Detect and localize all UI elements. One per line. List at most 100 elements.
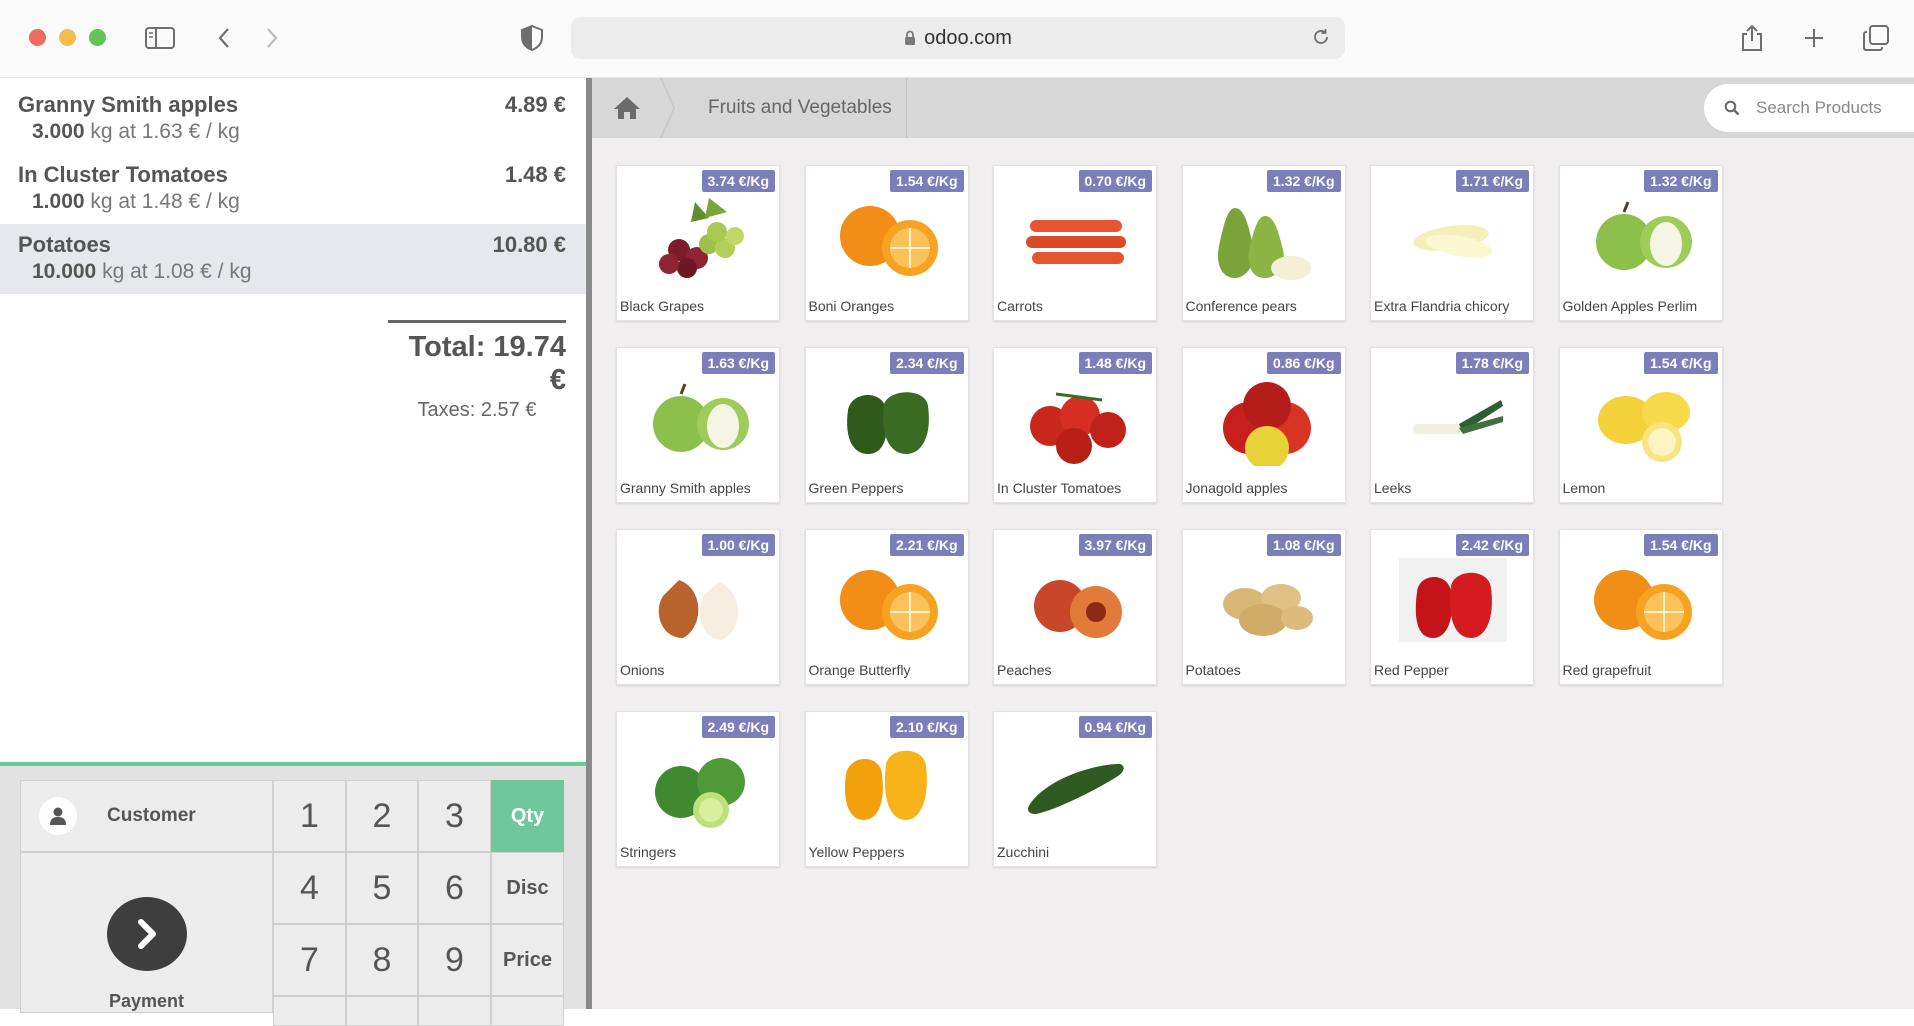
product-name: Zucchini (997, 844, 1050, 860)
product-price-tag: 2.10 €/Kg (890, 716, 964, 738)
product-name: Boni Oranges (808, 298, 895, 314)
back-icon[interactable] (208, 22, 240, 54)
home-button[interactable] (592, 78, 662, 138)
tabs-overview-icon[interactable] (1860, 22, 1892, 54)
browser-toolbar: odoo.com (0, 0, 1914, 78)
minimize-window-button[interactable] (59, 29, 76, 46)
product-card[interactable]: 1.32 €/Kg Golden Apples Perlim (1558, 165, 1723, 321)
green-pepper-icon (828, 370, 948, 466)
numpad-key-2[interactable]: 2 (346, 780, 418, 852)
qty-mode-button[interactable]: Qty (491, 780, 564, 852)
order-line-price: 10.80 € (492, 232, 566, 257)
product-card[interactable]: 1.71 €/Kg Extra Flandria chicory (1370, 165, 1534, 321)
red-pepper-icon (1393, 552, 1513, 648)
numpad-key-4[interactable]: 4 (273, 852, 346, 924)
search-products-input[interactable]: Search Products (1704, 84, 1914, 132)
product-name: Orange Butterfly (808, 662, 911, 678)
product-price-tag: 1.54 €/Kg (1644, 534, 1718, 556)
customer-button[interactable]: Customer (20, 780, 273, 852)
product-name: Conference pears (1185, 298, 1297, 314)
order-line-price: 1.48 € (504, 162, 566, 187)
product-card[interactable]: 1.54 €/Kg Boni Oranges (804, 165, 969, 321)
order-line[interactable]: In Cluster Tomatoes 1.48 € 1.000 kg at 1… (0, 154, 586, 224)
privacy-shield-icon[interactable] (516, 22, 548, 54)
products-panel: Fruits and Vegetables Search Products 3.… (592, 78, 1914, 1009)
product-card[interactable]: 1.48 €/Kg In Cluster Tomatoes (993, 347, 1157, 503)
product-card[interactable]: 0.94 €/Kg Zucchini (993, 711, 1157, 867)
price-mode-button[interactable]: Price (491, 924, 564, 996)
leek-icon (1393, 370, 1513, 466)
close-window-button[interactable] (29, 29, 46, 46)
url-text: odoo.com (924, 26, 1012, 49)
numpad-key-partial[interactable] (346, 996, 418, 1026)
order-totals: Total: 19.74 € Taxes: 2.57 € (388, 320, 566, 422)
peach-icon (1016, 552, 1136, 648)
product-card[interactable]: 0.86 €/Kg Jonagold apples (1181, 347, 1346, 503)
product-card[interactable]: 0.70 €/Kg Carrots (993, 165, 1157, 321)
sidebar-toggle-icon[interactable] (144, 22, 176, 54)
product-name: Potatoes (1185, 662, 1241, 678)
numpad-key-5[interactable]: 5 (346, 852, 418, 924)
product-card[interactable]: 2.21 €/Kg Orange Butterfly (804, 529, 969, 685)
order-line[interactable]: Granny Smith apples 4.89 € 3.000 kg at 1… (0, 84, 586, 154)
order-line-qty: 3.000 (32, 120, 85, 143)
order-total: Total: 19.74 € (408, 331, 566, 396)
product-name: Stringers (620, 844, 677, 860)
home-icon (614, 97, 640, 119)
product-price-tag: 1.48 €/Kg (1078, 352, 1152, 374)
order-line-selected[interactable]: Potatoes 10.80 € 10.000 kg at 1.08 € / k… (0, 224, 586, 294)
numpad-key-9[interactable]: 9 (418, 924, 491, 996)
share-icon[interactable] (1736, 22, 1768, 54)
product-name: Leeks (1374, 480, 1412, 496)
numpad-key-7[interactable]: 7 (273, 924, 346, 996)
numpad-key-3[interactable]: 3 (418, 780, 491, 852)
numpad-key-6[interactable]: 6 (418, 852, 491, 924)
product-card[interactable]: 1.08 €/Kg Potatoes (1181, 529, 1346, 685)
product-name: Carrots (997, 298, 1043, 314)
order-line-info: 3.000 kg at 1.63 € / kg (32, 120, 240, 144)
product-price-tag: 1.63 €/Kg (701, 352, 775, 374)
product-card[interactable]: 2.10 €/Kg Yellow Peppers (804, 711, 969, 867)
disc-mode-button[interactable]: Disc (491, 852, 564, 924)
product-name: Extra Flandria chicory (1374, 298, 1510, 314)
numpad-key-partial[interactable] (418, 996, 491, 1026)
product-card[interactable]: 1.78 €/Kg Leeks (1370, 347, 1534, 503)
product-card[interactable]: 1.32 €/Kg Conference pears (1181, 165, 1346, 321)
zoom-window-button[interactable] (89, 29, 106, 46)
product-price-tag: 1.71 €/Kg (1455, 170, 1529, 192)
order-line-name: Potatoes (18, 232, 111, 257)
chevron-right-icon (106, 897, 187, 971)
product-price-tag: 2.42 €/Kg (1455, 534, 1529, 556)
address-bar[interactable]: odoo.com (571, 17, 1345, 59)
product-price-tag: 1.78 €/Kg (1455, 352, 1529, 374)
new-tab-icon[interactable] (1798, 22, 1830, 54)
product-card[interactable]: 2.34 €/Kg Green Peppers (804, 347, 969, 503)
product-card[interactable]: 1.63 €/Kg Granny Smith apples (616, 347, 780, 503)
product-price-tag: 1.32 €/Kg (1267, 170, 1341, 192)
reload-icon[interactable] (1311, 27, 1331, 47)
products-header: Fruits and Vegetables Search Products (592, 78, 1914, 138)
product-price-tag: 0.94 €/Kg (1078, 716, 1152, 738)
search-placeholder: Search Products (1756, 98, 1882, 117)
tomato-icon (1016, 370, 1136, 466)
numpad-key-1[interactable]: 1 (273, 780, 346, 852)
product-card[interactable]: 1.54 €/Kg Lemon (1558, 347, 1723, 503)
product-card[interactable]: 3.74 €/Kg Black Grapes (616, 165, 780, 321)
product-card[interactable]: 2.42 €/Kg Red Pepper (1370, 529, 1534, 685)
customer-label: Customer (107, 805, 196, 826)
forward-icon[interactable] (256, 22, 288, 54)
product-name: Lemon (1562, 480, 1606, 496)
breadcrumb-category[interactable]: Fruits and Vegetables (674, 78, 907, 138)
zucchini-icon (1016, 734, 1136, 830)
numpad-key-partial[interactable] (273, 996, 346, 1026)
product-card[interactable]: 1.00 €/Kg Onions (616, 529, 780, 685)
product-card[interactable]: 1.54 €/Kg Red grapefruit (1558, 529, 1723, 685)
product-name: Onions (620, 662, 665, 678)
numpad-key-8[interactable]: 8 (346, 924, 418, 996)
numpad-key-partial[interactable] (491, 996, 564, 1026)
product-price-tag: 2.34 €/Kg (890, 352, 964, 374)
product-card[interactable]: 2.49 €/Kg Stringers (616, 711, 780, 867)
payment-button[interactable]: Payment (20, 852, 273, 1013)
product-card[interactable]: 3.97 €/Kg Peaches (993, 529, 1157, 685)
product-price-tag: 3.97 €/Kg (1078, 534, 1152, 556)
